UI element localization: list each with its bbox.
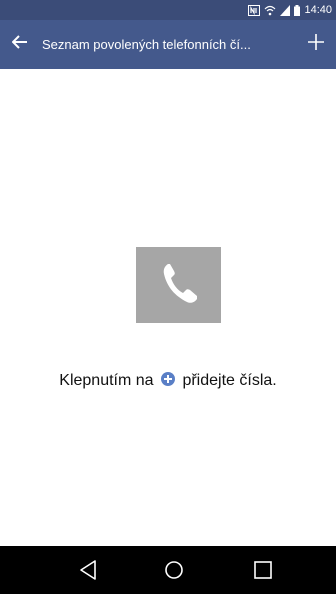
battery-icon xyxy=(294,4,301,16)
add-circle-icon xyxy=(161,372,175,386)
navigation-bar xyxy=(0,546,336,594)
empty-text-after: přidejte čísla. xyxy=(182,372,277,389)
add-button[interactable] xyxy=(296,20,336,69)
empty-state-message: Klepnutím na přidejte čísla. xyxy=(0,372,336,390)
nfc-icon xyxy=(248,4,261,16)
home-circle-icon[interactable] xyxy=(162,558,186,582)
arrow-left-icon xyxy=(11,35,28,54)
empty-state-icon-box xyxy=(136,247,221,323)
page-title: Seznam povolených telefonních čí... xyxy=(42,37,251,52)
app-bar: Seznam povolených telefonních čí... xyxy=(0,20,336,69)
phone-icon xyxy=(159,261,199,310)
status-bar: 14:40 xyxy=(0,0,336,20)
back-triangle-icon[interactable] xyxy=(77,558,101,582)
plus-icon xyxy=(308,34,324,55)
wifi-signal-icon xyxy=(264,5,276,16)
recent-square-icon[interactable] xyxy=(251,558,275,582)
cell-signal-icon xyxy=(280,4,291,16)
back-button[interactable] xyxy=(2,20,38,69)
status-time: 14:40 xyxy=(304,4,332,16)
empty-text-before: Klepnutím na xyxy=(59,372,154,389)
